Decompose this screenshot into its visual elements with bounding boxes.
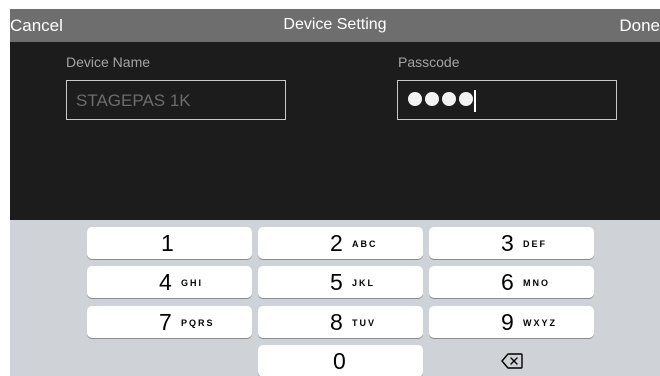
done-button[interactable]: Done (619, 16, 660, 36)
key-letters: GHI (181, 278, 204, 288)
key-0[interactable]: 0 (258, 345, 423, 376)
passcode-dot (425, 92, 439, 106)
passcode-dot (408, 92, 422, 106)
passcode-dots (408, 92, 473, 106)
key-7[interactable]: 7 PQRS (87, 306, 252, 338)
key-letters: DEF (523, 239, 547, 249)
device-name-value: STAGEPAS 1K (76, 91, 191, 110)
page-title: Device Setting (283, 16, 387, 33)
key-9[interactable]: 9 WXYZ (429, 306, 594, 338)
key-letters: WXYZ (523, 318, 557, 328)
key-digit: 9 (501, 309, 514, 335)
key-letters: PQRS (181, 318, 215, 328)
backspace-key[interactable] (429, 345, 594, 376)
text-cursor (474, 90, 476, 112)
numeric-keypad: 1 2 ABC 3 DEF 4 GHI 5 JKL 6 MNO 7 PQRS 8… (10, 220, 660, 376)
passcode-dot (442, 92, 456, 106)
key-8[interactable]: 8 TUV (258, 306, 423, 338)
key-digit: 6 (501, 269, 514, 295)
passcode-label: Passcode (398, 54, 460, 70)
navigation-bar: Cancel Device Setting Done (10, 9, 660, 42)
key-digit: 2 (330, 230, 343, 256)
key-digit: 4 (159, 269, 172, 295)
device-setting-screen: Cancel Device Setting Done Device Name S… (10, 9, 660, 376)
key-3[interactable]: 3 DEF (429, 227, 594, 259)
backspace-icon (501, 353, 523, 369)
key-digit: 0 (333, 348, 346, 374)
key-digit: 5 (330, 269, 343, 295)
settings-form: Device Name STAGEPAS 1K Passcode (10, 42, 660, 220)
key-digit: 8 (330, 309, 343, 335)
key-2[interactable]: 2 ABC (258, 227, 423, 259)
key-6[interactable]: 6 MNO (429, 266, 594, 298)
key-letters: JKL (352, 278, 376, 288)
key-digit: 3 (501, 230, 514, 256)
key-digit: 7 (159, 309, 172, 335)
passcode-field[interactable] (397, 80, 617, 120)
key-letters: TUV (352, 318, 376, 328)
passcode-dot (459, 92, 473, 106)
key-digit: 1 (161, 230, 174, 256)
key-letters: ABC (352, 239, 378, 249)
key-letters: MNO (523, 278, 550, 288)
device-name-label: Device Name (66, 54, 151, 70)
key-5[interactable]: 5 JKL (258, 266, 423, 298)
device-name-field[interactable]: STAGEPAS 1K (66, 80, 286, 120)
key-4[interactable]: 4 GHI (87, 266, 252, 298)
key-1[interactable]: 1 (87, 227, 252, 259)
